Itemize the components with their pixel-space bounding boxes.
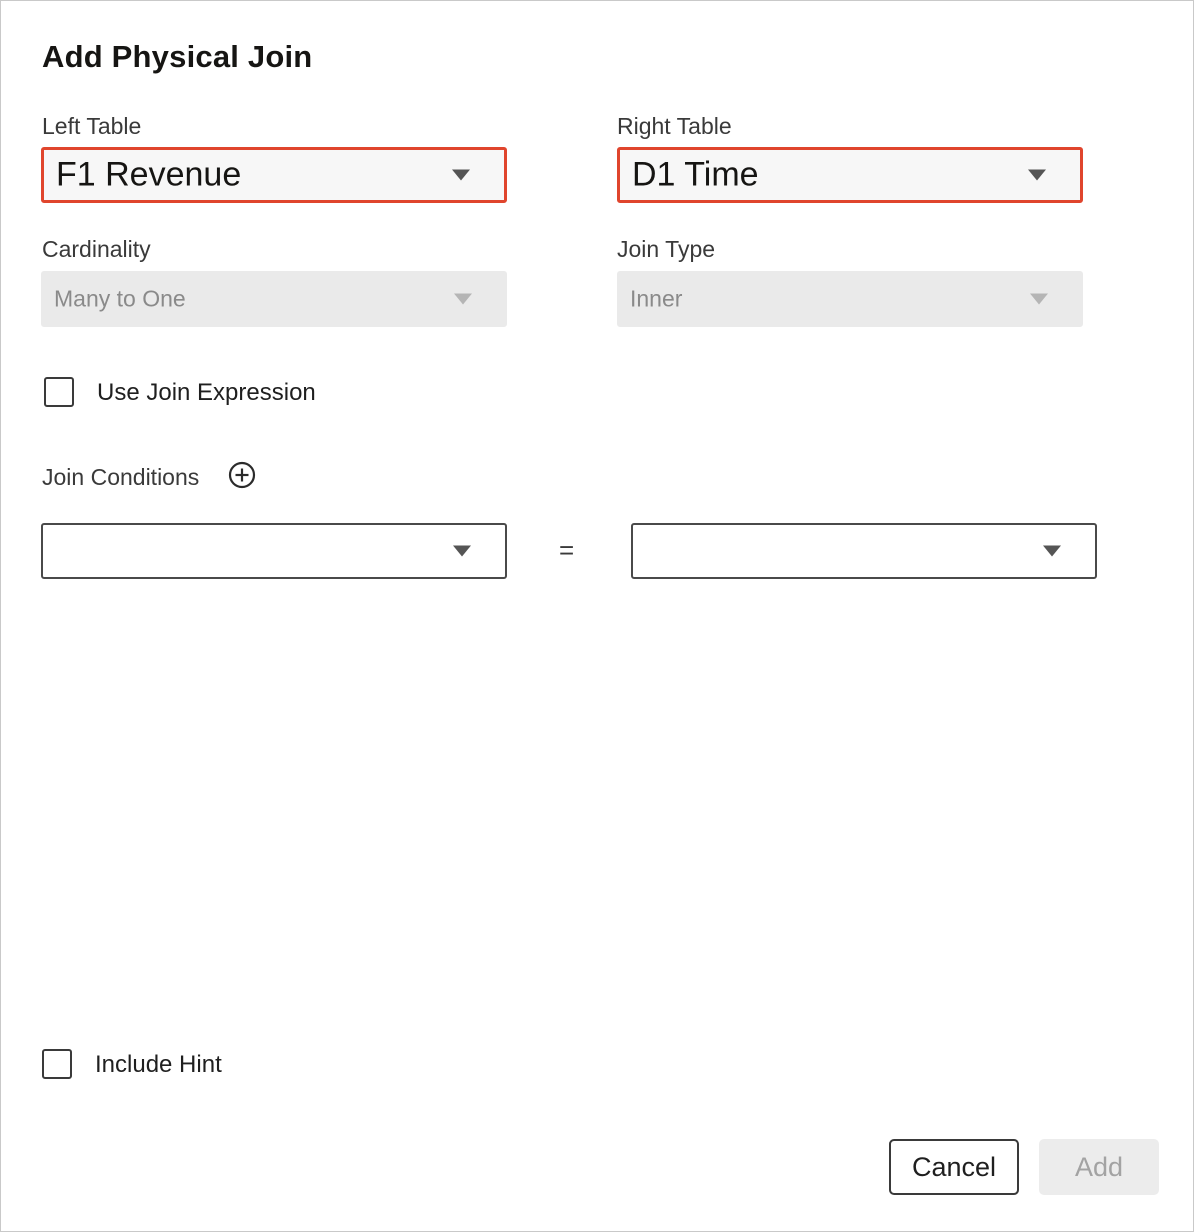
join-type-value: Inner	[630, 285, 683, 312]
include-hint-label[interactable]: Include Hint	[95, 1051, 222, 1079]
join-type-select: Inner	[617, 271, 1083, 327]
join-conditions-label: Join Conditions	[42, 464, 200, 490]
join-condition-left-select[interactable]	[41, 523, 507, 579]
cardinality-select: Many to One	[41, 271, 507, 327]
left-table-select[interactable]: F1 Revenue	[41, 147, 507, 203]
join-type-label: Join Type	[617, 236, 716, 262]
left-table-value: F1 Revenue	[56, 155, 242, 194]
use-join-expression-checkbox[interactable]	[44, 377, 74, 407]
include-hint-checkbox[interactable]	[42, 1049, 72, 1079]
caret-down-icon	[1030, 293, 1048, 305]
caret-down-icon	[1028, 169, 1046, 181]
caret-down-icon	[454, 293, 472, 305]
right-table-label: Right Table	[617, 113, 732, 139]
right-table-select[interactable]: D1 Time	[617, 147, 1083, 203]
caret-down-icon	[1043, 545, 1061, 557]
right-table-value: D1 Time	[632, 155, 759, 194]
caret-down-icon	[453, 545, 471, 557]
dialog-title: Add Physical Join	[42, 39, 313, 74]
add-button[interactable]: Add	[1039, 1139, 1159, 1195]
cardinality-value: Many to One	[54, 285, 186, 312]
join-operator: =	[559, 535, 575, 565]
add-physical-join-dialog: Add Physical Join Left Table F1 Revenue …	[0, 0, 1194, 1232]
join-condition-right-select[interactable]	[631, 523, 1097, 579]
use-join-expression-label[interactable]: Use Join Expression	[97, 379, 316, 407]
cancel-button[interactable]: Cancel	[889, 1139, 1019, 1195]
left-table-label: Left Table	[42, 113, 142, 139]
cardinality-label: Cardinality	[42, 236, 151, 262]
plus-circle-icon[interactable]	[228, 461, 256, 489]
caret-down-icon	[452, 169, 470, 181]
